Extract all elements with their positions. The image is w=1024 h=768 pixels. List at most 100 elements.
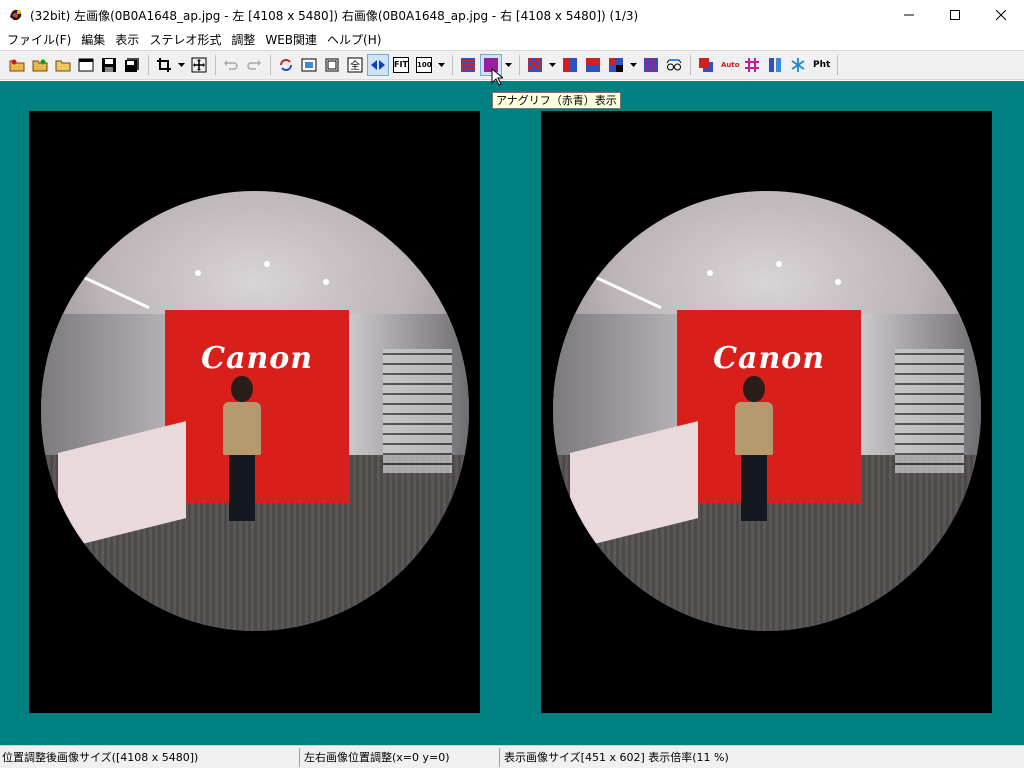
menu-view[interactable]: 表示 bbox=[110, 30, 144, 50]
overlay-button[interactable] bbox=[695, 54, 717, 76]
anaglyph-dropdown[interactable] bbox=[503, 54, 513, 76]
undo-button[interactable] bbox=[220, 54, 242, 76]
zoom-dropdown[interactable] bbox=[436, 54, 446, 76]
pht-button[interactable]: Pht bbox=[810, 54, 832, 76]
crop-icon bbox=[157, 58, 171, 72]
open-right-button[interactable] bbox=[29, 54, 51, 76]
svg-text:全: 全 bbox=[350, 59, 360, 72]
menu-web[interactable]: WEB関連 bbox=[260, 30, 322, 50]
window-icon bbox=[78, 58, 94, 72]
open-left-button[interactable] bbox=[6, 54, 28, 76]
toolbar-tooltip: アナグリフ（赤青）表示 bbox=[492, 92, 621, 109]
move-button[interactable] bbox=[188, 54, 210, 76]
undo-icon bbox=[224, 60, 238, 70]
redo-button[interactable] bbox=[243, 54, 265, 76]
person-head bbox=[231, 375, 253, 403]
product-shelf bbox=[895, 349, 964, 473]
quad-view-dropdown[interactable] bbox=[628, 54, 638, 76]
checkerboard-button[interactable] bbox=[524, 54, 546, 76]
mouse-cursor-icon bbox=[491, 68, 503, 86]
snowflake-icon bbox=[791, 58, 805, 72]
auto-align-button[interactable]: Auto bbox=[718, 54, 740, 76]
grid-hash-icon bbox=[745, 58, 759, 72]
menu-help[interactable]: ヘルプ(H) bbox=[322, 30, 386, 50]
app-logo-icon[interactable] bbox=[8, 7, 24, 23]
menu-adjust[interactable]: 調整 bbox=[226, 30, 260, 50]
chevron-down-icon bbox=[548, 63, 556, 67]
top-bottom-button[interactable] bbox=[582, 54, 604, 76]
toolbar-separator bbox=[837, 55, 838, 75]
grid-button[interactable] bbox=[741, 54, 763, 76]
open-folder-button[interactable] bbox=[52, 54, 74, 76]
column-interlace-button[interactable] bbox=[640, 54, 662, 76]
crop-button[interactable] bbox=[153, 54, 175, 76]
glasses-icon bbox=[666, 59, 682, 71]
title-bar: (32bit) 左画像(0B0A1648_ap.jpg - 左 [4108 x … bbox=[0, 0, 1024, 30]
interlace-button[interactable] bbox=[457, 54, 479, 76]
zoom-100-icon: 100 bbox=[416, 57, 432, 73]
auto-icon: Auto bbox=[721, 61, 740, 69]
interlace-icon bbox=[461, 58, 475, 72]
swap-button[interactable] bbox=[275, 54, 297, 76]
toolbar-separator bbox=[148, 55, 149, 75]
minimize-button[interactable] bbox=[886, 0, 932, 30]
menu-edit[interactable]: 編集 bbox=[76, 30, 110, 50]
fit-button[interactable]: FIT bbox=[390, 54, 412, 76]
menu-file[interactable]: ファイル(F) bbox=[2, 30, 76, 50]
redo-icon bbox=[247, 60, 261, 70]
person-legs bbox=[741, 455, 767, 521]
view-fit-window-button[interactable] bbox=[298, 54, 320, 76]
quad-view-icon bbox=[609, 58, 623, 72]
checkerboard-icon bbox=[528, 58, 542, 72]
stereo-viewer[interactable]: Canon Canon bbox=[0, 81, 1024, 745]
window-title: (32bit) 左画像(0B0A1648_ap.jpg - 左 [4108 x … bbox=[30, 8, 639, 23]
move-arrows-icon bbox=[191, 57, 207, 73]
ceiling-light bbox=[775, 261, 782, 268]
open-window-button[interactable] bbox=[75, 54, 97, 76]
save-all-button[interactable] bbox=[121, 54, 143, 76]
save-icon bbox=[102, 58, 116, 72]
checkerboard-dropdown[interactable] bbox=[547, 54, 557, 76]
chevron-down-icon bbox=[437, 63, 445, 67]
open-folder-red-icon bbox=[9, 59, 25, 72]
cross-view-button[interactable] bbox=[367, 54, 389, 76]
status-position-adjust: 左右画像位置調整(x=0 y=0) bbox=[300, 747, 500, 767]
status-adjusted-size: 位置調整後画像サイズ([4108 x 5480]) bbox=[0, 747, 300, 767]
toolbar-separator bbox=[519, 55, 520, 75]
person-legs bbox=[229, 455, 255, 521]
toolbar-separator bbox=[215, 55, 216, 75]
side-by-side-button[interactable] bbox=[559, 54, 581, 76]
right-image[interactable]: Canon bbox=[541, 111, 992, 713]
brand-logo-text: Canon bbox=[201, 340, 314, 376]
fit-window-icon bbox=[301, 58, 317, 72]
menu-bar: ファイル(F) 編集 表示 ステレオ形式 調整 WEB関連 ヘルプ(H) bbox=[0, 30, 1024, 50]
toolbar-separator bbox=[452, 55, 453, 75]
left-image[interactable]: Canon bbox=[29, 111, 480, 713]
effect-button[interactable] bbox=[787, 54, 809, 76]
toolbar-separator bbox=[270, 55, 271, 75]
right-fisheye-photo: Canon bbox=[553, 191, 981, 631]
quad-view-button[interactable] bbox=[605, 54, 627, 76]
menu-stereo-format[interactable]: ステレオ形式 bbox=[144, 30, 226, 50]
chevron-down-icon bbox=[629, 63, 637, 67]
fullscreen-icon: 全 bbox=[347, 57, 363, 73]
zoom-100-button[interactable]: 100 bbox=[413, 54, 435, 76]
close-icon bbox=[996, 10, 1006, 20]
overlay-icon bbox=[699, 58, 713, 72]
chevron-down-icon bbox=[177, 63, 185, 67]
close-button[interactable] bbox=[978, 0, 1024, 30]
crop-dropdown[interactable] bbox=[176, 54, 186, 76]
maximize-button[interactable] bbox=[932, 0, 978, 30]
top-bottom-icon bbox=[586, 58, 600, 72]
view-full-button[interactable]: 全 bbox=[344, 54, 366, 76]
glasses-button[interactable] bbox=[663, 54, 685, 76]
split-button[interactable] bbox=[764, 54, 786, 76]
ceiling-light bbox=[263, 261, 270, 268]
frame-icon bbox=[325, 58, 339, 72]
open-folder-green-icon bbox=[32, 59, 48, 72]
column-interlace-icon bbox=[644, 58, 658, 72]
save-button[interactable] bbox=[98, 54, 120, 76]
side-by-side-icon bbox=[563, 58, 577, 72]
person-body bbox=[734, 402, 774, 455]
view-frame-button[interactable] bbox=[321, 54, 343, 76]
